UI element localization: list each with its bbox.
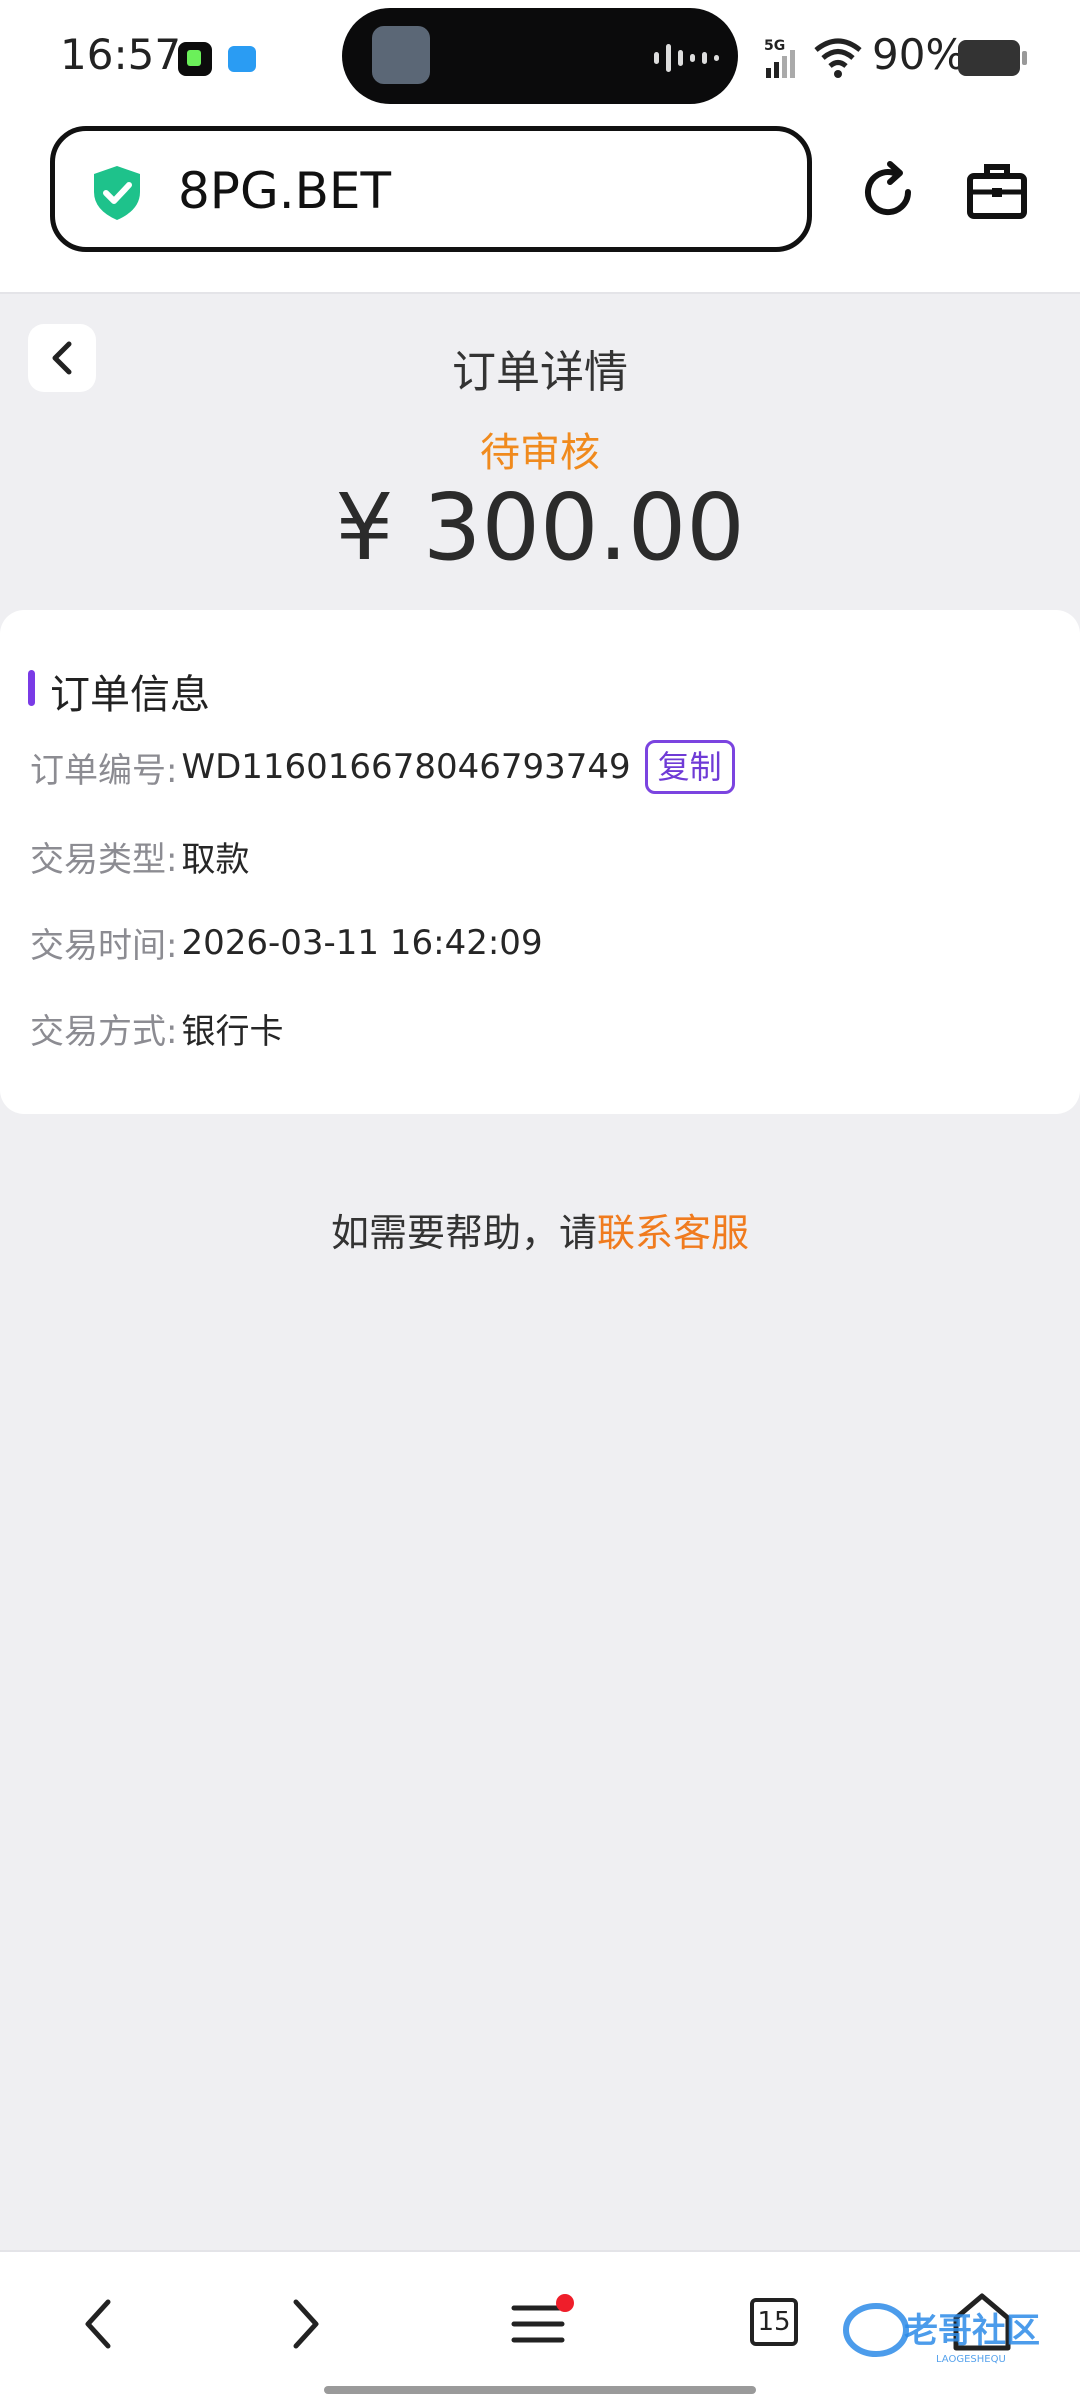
- battery-icon: [958, 40, 1027, 76]
- tabs-count-button[interactable]: 15: [750, 2298, 798, 2346]
- row-label: 交易类型:: [30, 840, 178, 880]
- refresh-icon[interactable]: [856, 160, 920, 224]
- order-number-value: WD116016678046793749: [181, 747, 631, 787]
- notification-dot: [556, 2294, 574, 2312]
- order-amount: ¥ 300.00: [335, 474, 745, 581]
- row-label: 交易方式:: [30, 1012, 178, 1052]
- help-text: 如需要帮助，请联系客服: [0, 1202, 1080, 1257]
- order-number-row: 订单编号: WD116016678046793749 复制: [30, 740, 735, 794]
- briefcase-icon[interactable]: [966, 160, 1028, 222]
- nav-forward-icon[interactable]: [280, 2296, 330, 2352]
- transaction-time-value: 2026-03-11 16:42:09: [181, 922, 543, 963]
- signal-icon: [766, 50, 795, 78]
- row-label: 交易时间:: [30, 926, 178, 966]
- section-title: 订单信息: [50, 672, 210, 718]
- gesture-bar[interactable]: [324, 2386, 756, 2394]
- music-app-icon: [178, 42, 212, 76]
- help-prefix: 如需要帮助，请: [330, 1211, 597, 1255]
- order-status: 待审核: [480, 430, 600, 476]
- transaction-type-value: 取款: [181, 840, 250, 880]
- transaction-time-row: 交易时间: 2026-03-11 16:42:09: [30, 918, 543, 967]
- transaction-method-value: 银行卡: [181, 1012, 284, 1052]
- svg-text:老哥社区: 老哥社区: [904, 2311, 1040, 2351]
- svg-text:LAOGESHEQU: LAOGESHEQU: [936, 2354, 1006, 2365]
- section-accent-bar: [28, 670, 35, 706]
- wifi-icon: [814, 38, 862, 78]
- copy-button[interactable]: 复制: [644, 740, 735, 794]
- status-time: 16:57: [60, 30, 182, 79]
- battery-percentage: 90%: [872, 30, 966, 79]
- media-thumbnail: [372, 26, 430, 84]
- watermark-logo: 老哥社区 LAOGESHEQU: [843, 2303, 1040, 2365]
- shield-check-icon: [94, 166, 140, 220]
- url-bar[interactable]: [50, 126, 812, 252]
- transaction-type-row: 交易类型: 取款: [30, 832, 249, 881]
- page-title: 订单详情: [452, 347, 628, 398]
- audio-wave-icon: [654, 44, 719, 72]
- row-label: 订单编号:: [30, 750, 178, 791]
- transaction-method-row: 交易方式: 银行卡: [30, 1004, 283, 1053]
- cloud-app-icon: [228, 46, 256, 72]
- nav-back-icon[interactable]: [74, 2296, 124, 2352]
- url-text[interactable]: 8PG.BET: [178, 162, 391, 220]
- contact-support-link[interactable]: 联系客服: [597, 1211, 749, 1255]
